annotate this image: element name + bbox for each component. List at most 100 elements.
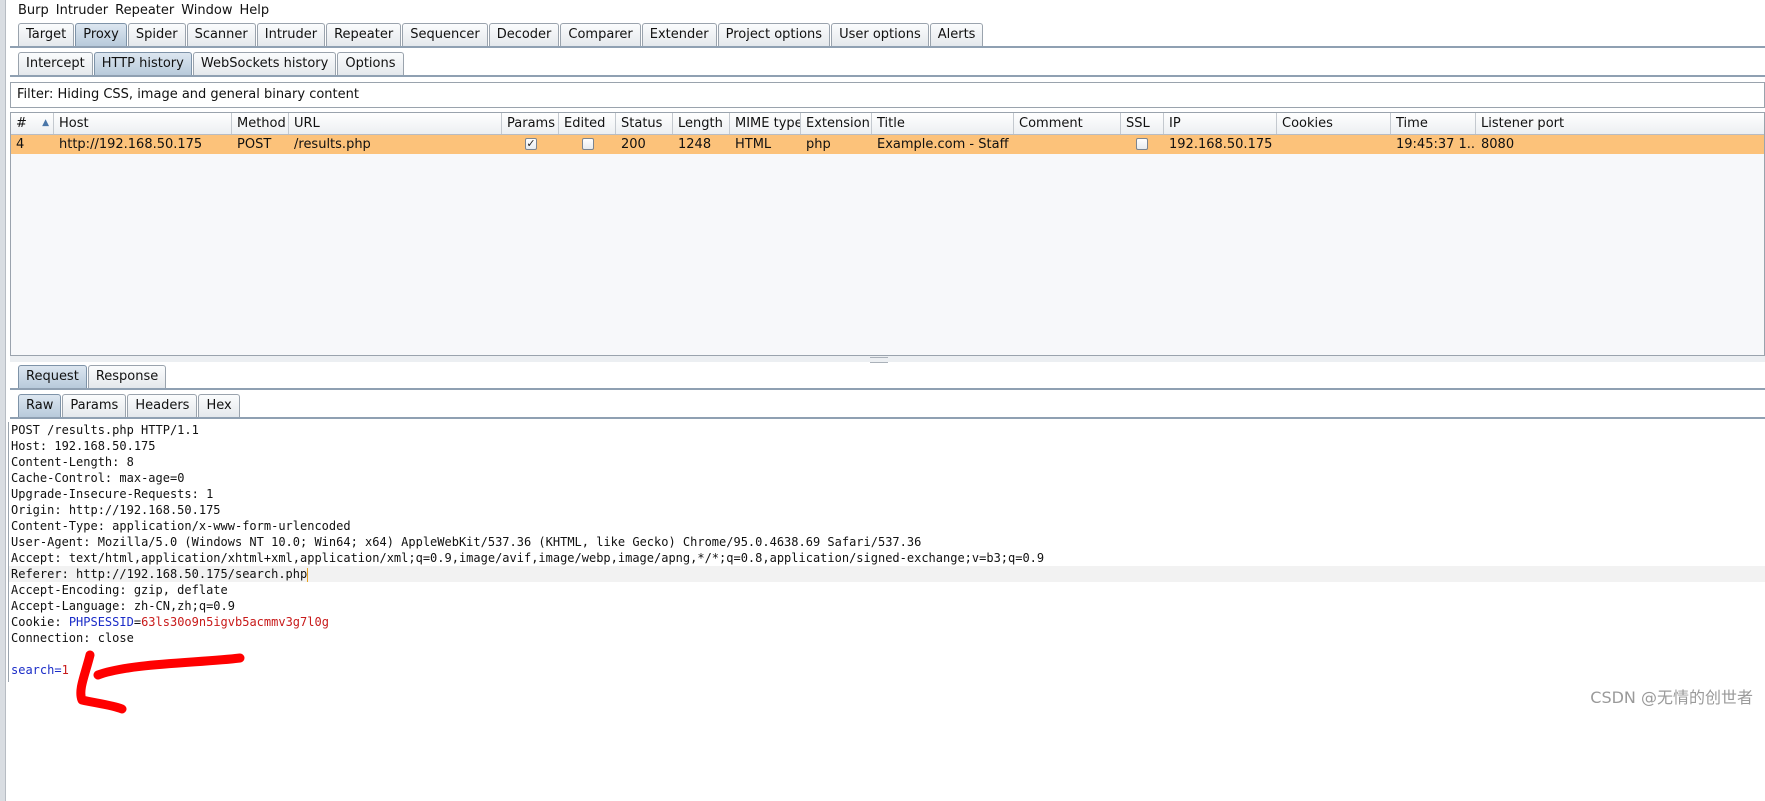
ssl-checkbox[interactable] — [1136, 138, 1148, 150]
tab-user-options[interactable]: User options — [831, 23, 929, 46]
header-name: Cache-Control: — [11, 471, 113, 485]
header-line: Accept-Language: zh-CN,zh;q=0.9 — [11, 598, 235, 614]
tab-proxy-options[interactable]: Options — [337, 52, 404, 75]
tab-proxy[interactable]: Proxy — [75, 23, 127, 46]
cell-mime-type: HTML — [735, 137, 772, 152]
cell-time: 19:45:37 1... — [1396, 137, 1476, 152]
header-name: Accept: — [11, 551, 62, 565]
column-header-time[interactable]: Time — [1391, 113, 1476, 134]
cookie-line: Cookie: PHPSESSID=63ls30o9n5igvb5acmmv3g… — [11, 614, 329, 630]
column-header-comment[interactable]: Comment — [1014, 113, 1121, 134]
column-header-edited[interactable]: Edited — [559, 113, 616, 134]
column-header-mime-type[interactable]: MIME type — [730, 113, 801, 134]
tab-project-options[interactable]: Project options — [717, 23, 831, 46]
header-name: Referer: — [11, 567, 69, 581]
tab-scanner[interactable]: Scanner — [186, 23, 256, 46]
menu-burp[interactable]: Burp — [8, 3, 56, 18]
header-name: Accept-Encoding: — [11, 583, 127, 597]
header-value: 1 — [206, 487, 214, 501]
header-line: Content-Type: application/x-www-form-url… — [11, 518, 351, 534]
column-header-title[interactable]: Title — [872, 113, 1014, 134]
main-tab-underline — [10, 46, 1765, 48]
body-param-name: search — [11, 663, 55, 677]
header-line-current: Referer: http://192.168.50.175/search.ph… — [9, 566, 1765, 582]
cookie-param-value: 63ls30o9n5igvb5acmmv3g7l0g — [141, 615, 329, 629]
annotation-stroke — [76, 650, 245, 714]
menu-repeater[interactable]: Repeater — [115, 3, 181, 18]
tab-raw[interactable]: Raw — [18, 394, 62, 417]
header-line: Accept-Encoding: gzip, deflate — [11, 582, 228, 598]
table-row[interactable]: 4 http://192.168.50.175 POST /results.ph… — [11, 135, 1764, 154]
cell-host: http://192.168.50.175 — [59, 137, 203, 152]
column-header-number[interactable]: # ▲ — [11, 113, 54, 134]
column-header-length[interactable]: Length — [673, 113, 730, 134]
splitter-grip-icon[interactable] — [870, 357, 888, 363]
tab-websockets-history[interactable]: WebSockets history — [192, 52, 337, 75]
tab-spider[interactable]: Spider — [127, 23, 186, 46]
header-value: application/x-www-form-urlencoded — [112, 519, 351, 533]
cookie-equals: = — [133, 615, 142, 629]
tab-http-history[interactable]: HTTP history — [93, 52, 192, 75]
view-tab-bar: Raw Params Headers Hex — [18, 394, 241, 417]
filter-bar[interactable]: Filter: Hiding CSS, image and general bi… — [10, 82, 1765, 108]
header-name: Host: — [11, 439, 48, 453]
header-name: Origin: — [11, 503, 62, 517]
menu-intruder[interactable]: Intruder — [56, 3, 115, 18]
column-header-listener-port[interactable]: Listener port — [1476, 113, 1764, 134]
menu-help[interactable]: Help — [240, 3, 277, 18]
header-name: User-Agent: — [11, 535, 91, 549]
header-value: zh-CN,zh;q=0.9 — [133, 599, 235, 613]
tab-decoder[interactable]: Decoder — [488, 23, 560, 46]
text-caret — [307, 567, 309, 582]
tab-response[interactable]: Response — [87, 365, 167, 388]
table-header: # ▲ Host Method URL Params Edited Status … — [11, 113, 1764, 135]
tab-headers[interactable]: Headers — [127, 394, 198, 417]
column-header-host[interactable]: Host — [54, 113, 232, 134]
column-header-extension[interactable]: Extension — [801, 113, 872, 134]
header-value: 8 — [126, 455, 134, 469]
tab-repeater[interactable]: Repeater — [326, 23, 402, 46]
cookie-param-name: PHPSESSID — [68, 615, 134, 629]
tab-alerts[interactable]: Alerts — [929, 23, 984, 46]
tab-target[interactable]: Target — [18, 23, 75, 46]
header-line: Host: 192.168.50.175 — [11, 438, 156, 454]
tab-comparer[interactable]: Comparer — [560, 23, 641, 46]
tab-intruder[interactable]: Intruder — [256, 23, 326, 46]
proxy-tab-underline — [10, 75, 1765, 77]
header-line: Accept: text/html,application/xhtml+xml,… — [11, 550, 1044, 566]
column-header-status[interactable]: Status — [616, 113, 673, 134]
menu-window[interactable]: Window — [181, 3, 239, 18]
header-name: Content-Length: — [11, 455, 120, 469]
tab-hex[interactable]: Hex — [198, 394, 240, 417]
header-line: Upgrade-Insecure-Requests: 1 — [11, 486, 213, 502]
header-value: Mozilla/5.0 (Windows NT 10.0; Win64; x64… — [97, 535, 922, 549]
header-value: http://192.168.50.175/search.php — [76, 567, 308, 581]
cell-ip: 192.168.50.175 — [1169, 137, 1273, 152]
raw-request-editor[interactable]: POST /results.php HTTP/1.1 Host: 192.168… — [8, 422, 1765, 682]
column-header-ssl[interactable]: SSL — [1121, 113, 1164, 134]
tab-request[interactable]: Request — [18, 365, 87, 388]
column-header-method[interactable]: Method — [232, 113, 289, 134]
edited-checkbox[interactable] — [582, 138, 594, 150]
header-name: Accept-Language: — [11, 599, 127, 613]
tab-intercept[interactable]: Intercept — [18, 52, 93, 75]
column-header-url[interactable]: URL — [289, 113, 502, 134]
proxy-tab-bar: Intercept HTTP history WebSockets histor… — [18, 52, 405, 75]
params-checkbox[interactable]: ✓ — [525, 138, 537, 150]
column-header-ip[interactable]: IP — [1164, 113, 1277, 134]
header-value: http://192.168.50.175 — [68, 503, 221, 517]
tab-extender[interactable]: Extender — [641, 23, 717, 46]
column-header-cookies[interactable]: Cookies — [1277, 113, 1391, 134]
header-name: Content-Type: — [11, 519, 105, 533]
message-tab-underline — [10, 388, 1765, 390]
tab-sequencer[interactable]: Sequencer — [402, 23, 488, 46]
cell-method: POST — [237, 137, 272, 152]
column-header-params[interactable]: Params — [502, 113, 559, 134]
header-line: Origin: http://192.168.50.175 — [11, 502, 221, 518]
message-tab-bar: Request Response — [18, 365, 167, 388]
header-line: Cache-Control: max-age=0 — [11, 470, 184, 486]
cell-title: Example.com - Staff ... — [877, 137, 1014, 152]
cell-extension: php — [806, 137, 831, 152]
header-value: close — [97, 631, 134, 645]
tab-params[interactable]: Params — [62, 394, 127, 417]
